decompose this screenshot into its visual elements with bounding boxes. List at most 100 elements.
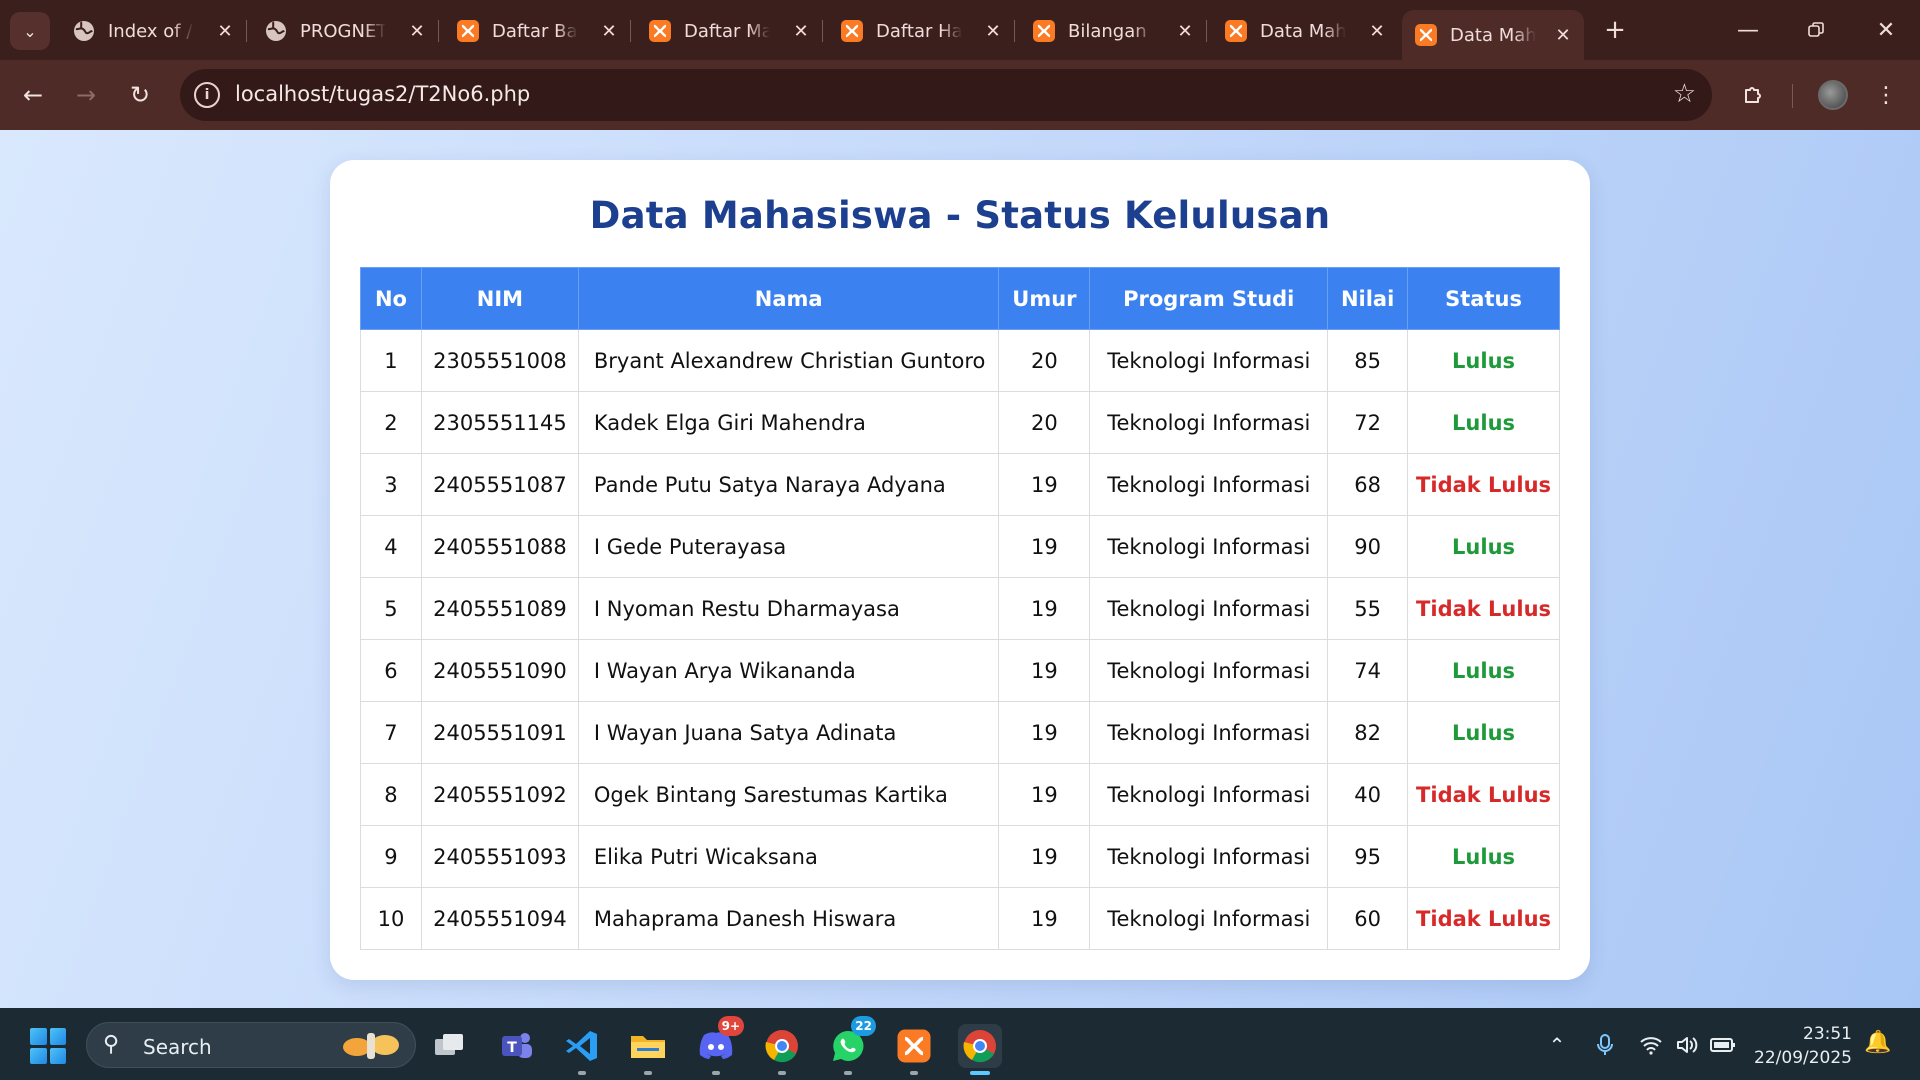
microphone-icon — [1597, 1034, 1613, 1055]
extensions-button[interactable] — [1734, 75, 1774, 115]
close-icon[interactable]: ✕ — [1368, 21, 1386, 42]
close-icon[interactable]: ✕ — [216, 21, 234, 42]
cell-nama: Elika Putri Wicaksana — [577, 825, 1000, 888]
chrome-icon — [963, 1030, 996, 1063]
taskbar-file-explorer[interactable] — [626, 1024, 670, 1075]
tab-daftar-barang[interactable]: Daftar Barang ✕ — [444, 10, 631, 52]
cell-no: 2 — [360, 391, 422, 454]
show-hidden-icons-button[interactable]: ⌃ — [1540, 1028, 1574, 1062]
taskbar-search[interactable]: ⚲ Search — [86, 1022, 416, 1068]
cell-nilai: 55 — [1327, 577, 1409, 640]
table-header-row: No NIM Nama Umur Program Studi Nilai Sta… — [360, 267, 1560, 330]
col-header-no: No — [360, 267, 422, 330]
restore-button[interactable] — [1788, 0, 1844, 60]
cell-no: 1 — [360, 329, 422, 392]
page-viewport: Data Mahasiswa - Status Kelulusan No NIM… — [0, 130, 1920, 1008]
address-url[interactable]: localhost/tugas2/T2No6.php — [235, 82, 530, 106]
minimize-button[interactable]: — — [1720, 0, 1776, 60]
cell-program-studi: Teknologi Informasi — [1089, 701, 1329, 764]
taskbar-teams[interactable]: T — [494, 1024, 538, 1068]
table-row: 7 2405551091 I Wayan Juana Satya Adinata 19… — [360, 701, 1560, 764]
cell-program-studi: Teknologi Informasi — [1089, 329, 1329, 392]
taskbar-whatsapp[interactable]: 22 — [826, 1016, 876, 1075]
table-row: 10 2405551094 Mahaprama Danesh Hiswara 19 Te… — [360, 887, 1560, 950]
cell-nim: 2405551089 — [420, 577, 579, 640]
cell-status: Lulus — [1407, 825, 1560, 888]
close-icon[interactable]: ✕ — [1176, 21, 1194, 42]
cell-no: 8 — [360, 763, 422, 826]
col-header-nilai: Nilai — [1327, 267, 1409, 330]
windows-start-button[interactable] — [30, 1028, 66, 1064]
clock-date: 22/09/2025 — [1754, 1048, 1852, 1068]
microphone-button[interactable] — [1588, 1028, 1622, 1062]
toolbar-divider — [1792, 84, 1793, 108]
browser-toolbar: ← → ↻ i localhost/tugas2/T2No6.php ☆ ⋮ — [0, 60, 1920, 130]
cell-status: Tidak Lulus — [1407, 887, 1560, 950]
tab-bilangan-genap[interactable]: Bilangan Genap ✕ — [1020, 10, 1207, 52]
running-indicator — [970, 1071, 990, 1075]
close-icon[interactable]: ✕ — [792, 21, 810, 42]
cell-program-studi: Teknologi Informasi — [1089, 515, 1329, 578]
cell-nilai: 72 — [1327, 391, 1409, 454]
close-icon[interactable]: ✕ — [1554, 25, 1572, 46]
taskbar-vscode[interactable] — [560, 1024, 604, 1075]
profile-avatar[interactable] — [1818, 80, 1848, 110]
cell-program-studi: Teknologi Informasi — [1089, 453, 1329, 516]
tab-data-mahasiswa-active[interactable]: Data Mahasiswa ✕ — [1402, 10, 1584, 60]
close-icon[interactable]: ✕ — [984, 21, 1002, 42]
col-header-nama: Nama — [577, 267, 1000, 330]
tab-title: Index of / — [108, 20, 193, 42]
forward-button[interactable]: → — [66, 75, 106, 115]
close-icon: ✕ — [1876, 17, 1896, 43]
cell-nilai: 40 — [1327, 763, 1409, 826]
running-indicator — [578, 1071, 586, 1075]
cell-nama: Pande Putu Satya Naraya Adyana — [577, 453, 1000, 516]
back-button[interactable]: ← — [13, 75, 53, 115]
cell-status: Lulus — [1407, 391, 1560, 454]
site-info-icon[interactable]: i — [194, 82, 220, 108]
cell-nim: 2405551092 — [420, 763, 579, 826]
close-icon[interactable]: ✕ — [600, 21, 618, 42]
tab-search-button[interactable]: ⌄ — [10, 12, 50, 50]
taskbar-task-view[interactable] — [428, 1024, 472, 1068]
running-indicator — [712, 1071, 720, 1075]
xampp-icon — [649, 20, 671, 42]
battery-button[interactable] — [1706, 1028, 1740, 1062]
cell-nim: 2405551094 — [420, 887, 579, 950]
taskbar-clock[interactable]: 23:51 22/09/2025 — [1752, 1022, 1852, 1070]
volume-button[interactable] — [1670, 1028, 1704, 1062]
taskbar-discord[interactable]: 9+ — [694, 1016, 744, 1075]
arrow-right-icon: → — [75, 81, 97, 109]
taskbar-chrome-dev[interactable] — [760, 1024, 804, 1075]
cell-nama: Ogek Bintang Sarestumas Kartika — [577, 763, 1000, 826]
cell-status: Lulus — [1407, 515, 1560, 578]
menu-button[interactable]: ⋮ — [1866, 75, 1906, 115]
bookmark-star-icon[interactable]: ☆ — [1673, 79, 1696, 109]
tab-title: Daftar Mahasiswa — [684, 20, 770, 42]
close-icon[interactable]: ✕ — [408, 21, 426, 42]
new-tab-button[interactable]: + — [1597, 12, 1633, 48]
tab-index-of[interactable]: Index of / ✕ — [60, 10, 247, 52]
close-window-button[interactable]: ✕ — [1858, 0, 1914, 60]
taskbar-chrome[interactable] — [958, 1024, 1002, 1075]
xampp-icon — [897, 1029, 931, 1063]
wifi-button[interactable] — [1634, 1028, 1668, 1062]
cell-umur: 19 — [998, 577, 1091, 640]
address-bar[interactable]: i localhost/tugas2/T2No6.php ☆ — [180, 69, 1712, 121]
whatsapp-badge: 22 — [851, 1016, 876, 1036]
chevron-up-icon: ⌃ — [1548, 1033, 1566, 1057]
tab-title: Data Mahasiswa — [1450, 24, 1536, 46]
notification-bell-icon[interactable]: 🔔 — [1864, 1030, 1891, 1055]
windows-logo-tile — [49, 1028, 66, 1045]
xampp-icon — [1033, 20, 1055, 42]
tab-daftar-mahasiswa[interactable]: Daftar Mahasiswa ✕ — [636, 10, 823, 52]
tab-prognet[interactable]: PROGNET ✕ — [252, 10, 439, 52]
tab-daftar-harga[interactable]: Daftar Harga ✕ — [828, 10, 1015, 52]
kebab-menu-icon: ⋮ — [1875, 82, 1897, 108]
globe-icon — [74, 21, 94, 41]
cell-umur: 19 — [998, 701, 1091, 764]
tab-data-mahasiswa[interactable]: Data Mahasiswa ✕ — [1212, 10, 1398, 52]
col-header-nim: NIM — [420, 267, 579, 330]
taskbar-xampp[interactable] — [892, 1024, 936, 1075]
reload-button[interactable]: ↻ — [120, 75, 160, 115]
